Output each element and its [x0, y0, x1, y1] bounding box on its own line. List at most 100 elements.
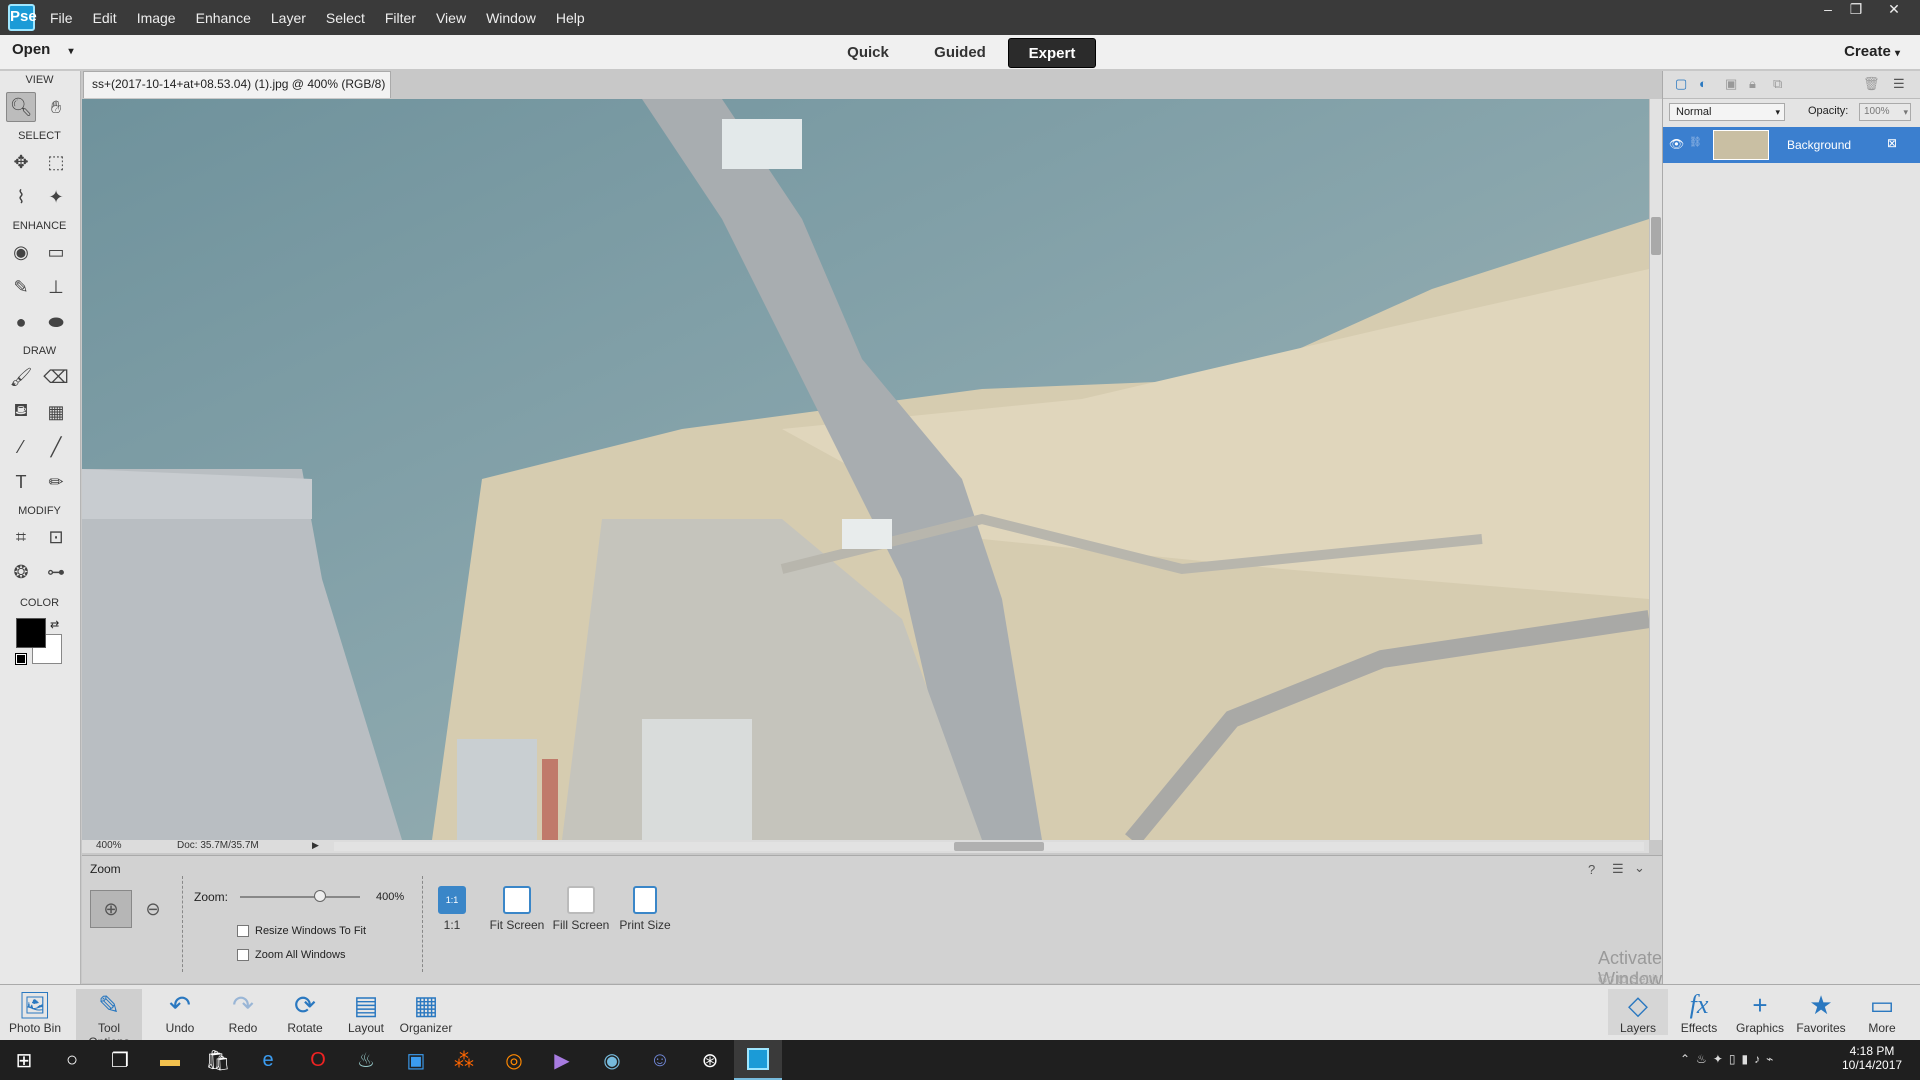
pencil-tool-icon[interactable]: ✏︎: [41, 467, 71, 497]
sponge-tool-icon[interactable]: ⬬: [41, 307, 71, 337]
favorites-button[interactable]: ★ Favorites: [1791, 989, 1851, 1036]
create-button[interactable]: Create ▾: [1844, 43, 1900, 60]
magic-wand-tool-icon[interactable]: ✦: [41, 182, 71, 212]
menu-view[interactable]: View: [426, 10, 476, 26]
restore-button[interactable]: ❐: [1842, 0, 1870, 20]
options-menu-icon[interactable]: ☰: [1612, 861, 1624, 877]
blur-tool-icon[interactable]: ●: [6, 307, 36, 337]
layer-visibility-eye-icon[interactable]: 👁︎: [1669, 137, 1684, 151]
minimize-button[interactable]: –: [1814, 0, 1842, 20]
menu-image[interactable]: Image: [127, 10, 186, 26]
menu-enhance[interactable]: Enhance: [186, 10, 261, 26]
blender-icon[interactable]: ◎: [490, 1040, 538, 1080]
visual-studio-icon[interactable]: ▶: [538, 1040, 586, 1080]
paint-bucket-icon[interactable]: ⛾: [6, 397, 36, 427]
organizer-button[interactable]: ▦ Organizer: [396, 989, 456, 1036]
eraser-tool-icon[interactable]: ⌫: [41, 362, 71, 392]
blend-mode-select[interactable]: Normal ▾: [1669, 103, 1785, 121]
vertical-scroll-thumb[interactable]: [1651, 217, 1661, 255]
lock-icon[interactable]: 🔒︎: [1749, 76, 1756, 92]
menu-help[interactable]: Help: [546, 10, 595, 26]
effects-button[interactable]: fx Effects: [1669, 989, 1729, 1035]
swap-colors-icon[interactable]: ⇄: [50, 618, 59, 631]
layer-row-background[interactable]: 👁︎ ⛓︎ Background ⊠: [1663, 127, 1920, 163]
default-colors-icon[interactable]: [15, 653, 27, 665]
opacity-input[interactable]: 100% ▾: [1859, 103, 1911, 121]
zoom-in-icon[interactable]: ⊕: [90, 890, 132, 928]
vertical-scrollbar[interactable]: [1649, 99, 1662, 840]
menu-window[interactable]: Window: [476, 10, 546, 26]
content-aware-move-icon[interactable]: ❂: [6, 557, 36, 587]
rotate-button[interactable]: ⟳ Rotate: [275, 989, 335, 1036]
app-eye-icon[interactable]: ◉: [588, 1040, 636, 1080]
photo-bin-button[interactable]: 🖼︎ Photo Bin: [5, 989, 65, 1036]
chevron-down-icon[interactable]: ▾: [69, 46, 74, 57]
gradient-tool-icon[interactable]: ▦: [41, 397, 71, 427]
task-view-icon[interactable]: ❐: [96, 1040, 144, 1080]
store-icon[interactable]: 🛍︎: [194, 1040, 242, 1080]
app-logo-icon[interactable]: Pse: [8, 4, 37, 31]
status-menu-arrow-icon[interactable]: ▶: [312, 840, 319, 851]
more-button[interactable]: ▭ More: [1852, 989, 1912, 1036]
menu-layer[interactable]: Layer: [261, 10, 316, 26]
close-window-button[interactable]: ✕: [1880, 0, 1908, 20]
zoom-slider-handle[interactable]: [314, 890, 327, 902]
print-size-button[interactable]: Print Size: [610, 886, 680, 932]
document-tab[interactable]: ss+(2017-10-14+at+08.53.04) (1).jpg @ 40…: [83, 71, 391, 116]
zoom-all-checkbox[interactable]: [237, 949, 249, 962]
healing-brush-icon[interactable]: ▭: [41, 237, 71, 267]
smart-brush-icon[interactable]: ✎: [6, 272, 36, 302]
layout-button[interactable]: ▤ Layout: [336, 989, 396, 1036]
layer-link-icon[interactable]: ⛓︎: [1689, 137, 1702, 148]
discord-icon[interactable]: ☺: [636, 1040, 684, 1080]
app-monitor-icon[interactable]: ▣: [392, 1040, 440, 1080]
lock-transparent-icon[interactable]: ⧉: [1773, 76, 1782, 92]
zoom-slider[interactable]: [240, 890, 360, 902]
layer-mask-icon[interactable]: ▣: [1725, 76, 1737, 92]
image-canvas[interactable]: [82, 99, 1649, 840]
hand-tool-icon[interactable]: ✋︎: [41, 92, 71, 122]
redo-button[interactable]: ↷ Redo: [213, 989, 273, 1036]
crop-tool-icon[interactable]: ⌗: [6, 522, 36, 552]
horizontal-scroll-thumb[interactable]: [954, 842, 1044, 851]
red-eye-tool-icon[interactable]: ◉: [6, 237, 36, 267]
menu-filter[interactable]: Filter: [375, 10, 426, 26]
steam-icon[interactable]: ♨: [342, 1040, 390, 1080]
obs-icon[interactable]: ⊛: [686, 1040, 734, 1080]
resize-windows-checkbox[interactable]: [237, 925, 249, 938]
line-tool-icon[interactable]: ╱: [41, 432, 71, 462]
delete-layer-icon[interactable]: 🗑︎: [1863, 76, 1880, 92]
status-zoom[interactable]: 400%: [96, 840, 122, 851]
app-share-icon[interactable]: ⁂: [440, 1040, 488, 1080]
graphics-button[interactable]: + Graphics: [1730, 989, 1790, 1036]
one-to-one-button[interactable]: 1:1 1:1: [432, 886, 472, 932]
tab-guided[interactable]: Guided: [920, 38, 1000, 68]
panel-menu-icon[interactable]: ☰: [1893, 76, 1905, 92]
marquee-tool-icon[interactable]: ⬚: [41, 147, 71, 177]
menu-select[interactable]: Select: [316, 10, 375, 26]
foreground-color-swatch[interactable]: [16, 618, 46, 648]
cortana-icon[interactable]: ○: [48, 1040, 96, 1080]
eyedropper-icon[interactable]: ⁄: [6, 432, 36, 462]
clone-stamp-icon[interactable]: ⊥: [41, 272, 71, 302]
file-explorer-icon[interactable]: ▬: [146, 1040, 194, 1080]
move-tool-icon[interactable]: ✥: [6, 147, 36, 177]
collapse-options-icon[interactable]: ⌄: [1634, 860, 1645, 876]
horizontal-scrollbar[interactable]: [334, 842, 1644, 851]
brush-tool-icon[interactable]: 🖌︎: [6, 362, 36, 392]
tab-expert[interactable]: Expert: [1008, 38, 1096, 68]
edge-icon[interactable]: e: [244, 1040, 292, 1080]
help-icon[interactable]: ?: [1588, 862, 1595, 877]
adjustment-layer-icon[interactable]: ◐: [1699, 76, 1707, 91]
straighten-tool-icon[interactable]: ⊶: [41, 557, 71, 587]
menu-file[interactable]: File: [40, 10, 83, 26]
layer-lock-icon[interactable]: ⊠: [1887, 136, 1897, 150]
taskbar-clock[interactable]: 4:18 PM 10/14/2017: [1842, 1044, 1902, 1072]
open-button[interactable]: Open ▾: [12, 41, 74, 58]
windows-start-icon[interactable]: ⊞: [0, 1040, 48, 1080]
zoom-all-option[interactable]: Zoom All Windows: [237, 949, 345, 962]
fit-screen-button[interactable]: Fit Screen: [482, 886, 552, 932]
fill-screen-button[interactable]: Fill Screen: [546, 886, 616, 932]
type-tool-icon[interactable]: T: [6, 467, 36, 497]
photoshop-elements-taskbar-icon[interactable]: [734, 1040, 782, 1080]
